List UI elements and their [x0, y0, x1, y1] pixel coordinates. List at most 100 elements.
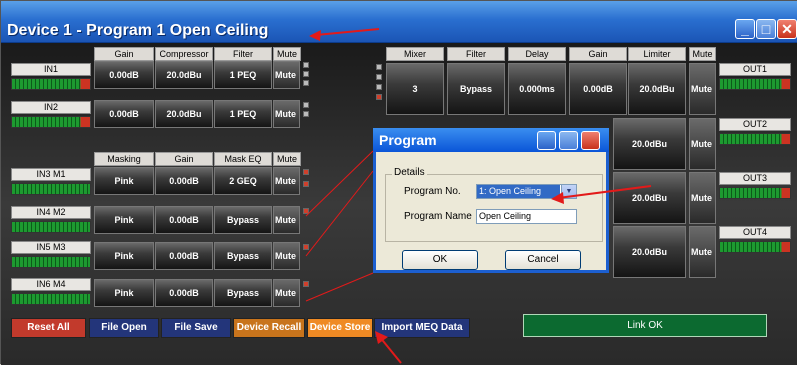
limiter-button[interactable]: 20.0dBu: [628, 63, 686, 115]
device-store-button[interactable]: Device Store: [307, 318, 373, 338]
mask-eq-button[interactable]: Bypass: [214, 242, 272, 270]
masking-button[interactable]: Pink: [94, 279, 154, 307]
header-delay: Delay: [508, 47, 566, 61]
gain-button[interactable]: 0.00dB: [155, 242, 213, 270]
chevron-down-icon[interactable]: ▼: [561, 185, 576, 198]
mute-button[interactable]: Mute: [273, 242, 300, 270]
header-mute: Mute: [689, 47, 716, 61]
device-recall-button[interactable]: Device Recall: [233, 318, 305, 338]
header-mask-eq: Mask EQ: [214, 152, 272, 166]
mute-button[interactable]: Mute: [689, 63, 716, 115]
mask-eq-button[interactable]: 2 GEQ: [214, 167, 272, 195]
gain-button[interactable]: 0.00dB: [94, 100, 154, 128]
route-led: [376, 64, 382, 70]
mute-button[interactable]: Mute: [689, 226, 716, 278]
link-status: Link OK: [523, 314, 767, 337]
program-dialog: Program Details Program No. 1: Open Ceil…: [373, 128, 609, 273]
mute-led: [303, 208, 309, 214]
mute-button[interactable]: Mute: [273, 167, 300, 195]
maximize-button[interactable]: □: [756, 19, 776, 39]
dialog-close-button[interactable]: [581, 131, 600, 150]
filter-button[interactable]: Bypass: [447, 63, 505, 115]
delay-button[interactable]: 0.000ms: [508, 63, 566, 115]
gain-button[interactable]: 0.00dB: [155, 279, 213, 307]
input-label: IN2: [11, 101, 91, 114]
mute-led: [303, 71, 309, 77]
mute-led: [303, 281, 309, 287]
level-meter: [719, 187, 791, 199]
reset-all-button[interactable]: Reset All: [11, 318, 86, 338]
program-name-input[interactable]: Open Ceiling: [476, 209, 577, 224]
mute-led: [303, 244, 309, 250]
filter-button[interactable]: 1 PEQ: [214, 100, 272, 128]
route-led: [376, 74, 382, 80]
input-label: IN6 M4: [11, 278, 91, 291]
header-mixer: Mixer: [386, 47, 444, 61]
input-label: IN1: [11, 63, 91, 76]
output-label: OUT4: [719, 226, 791, 239]
header-gain: Gain: [94, 47, 154, 61]
program-no-value: 1: Open Ceiling: [477, 185, 560, 198]
gain-button[interactable]: 0.00dB: [155, 167, 213, 195]
limiter-button[interactable]: 20.0dBu: [613, 118, 686, 170]
gain-button[interactable]: 0.00dB: [569, 63, 627, 115]
level-meter: [11, 183, 91, 195]
mute-led: [303, 102, 309, 108]
mute-led: [303, 80, 309, 86]
limiter-button[interactable]: 20.0dBu: [613, 172, 686, 224]
cancel-button[interactable]: Cancel: [505, 250, 581, 270]
output-label: OUT3: [719, 172, 791, 185]
compressor-button[interactable]: 20.0dBu: [155, 61, 213, 89]
minimize-icon: _: [741, 21, 749, 37]
mute-button[interactable]: Mute: [273, 100, 300, 128]
mute-led: [303, 111, 309, 117]
ok-button[interactable]: OK: [402, 250, 478, 270]
masking-button[interactable]: Pink: [94, 206, 154, 234]
masking-button[interactable]: Pink: [94, 167, 154, 195]
output-label: OUT2: [719, 118, 791, 131]
gain-button[interactable]: 0.00dB: [94, 61, 154, 89]
header-mute: Mute: [273, 47, 301, 61]
filter-button[interactable]: 1 PEQ: [214, 61, 272, 89]
header-gain: Gain: [155, 152, 213, 166]
limiter-button[interactable]: 20.0dBu: [613, 226, 686, 278]
minimize-button[interactable]: _: [735, 19, 755, 39]
program-no-label: Program No.: [404, 186, 461, 197]
mask-eq-button[interactable]: Bypass: [214, 206, 272, 234]
title-bar: Device 1 - Program 1 Open Ceiling _ □ ✕: [1, 1, 797, 43]
dialog-maximize-button[interactable]: [559, 131, 578, 150]
header-gain: Gain: [569, 47, 627, 61]
mute-led: [303, 169, 309, 175]
file-save-button[interactable]: File Save: [161, 318, 231, 338]
mute-button[interactable]: Mute: [273, 61, 300, 89]
header-limiter: Limiter: [628, 47, 686, 61]
mute-led: [303, 62, 309, 68]
mute-button[interactable]: Mute: [689, 172, 716, 224]
route-led: [376, 94, 382, 100]
dialog-minimize-button[interactable]: [537, 131, 556, 150]
input-label: IN5 M3: [11, 241, 91, 254]
mute-button[interactable]: Mute: [273, 206, 300, 234]
masking-button[interactable]: Pink: [94, 242, 154, 270]
close-button[interactable]: ✕: [777, 19, 797, 39]
header-compressor: Compressor: [155, 47, 213, 61]
level-meter: [719, 133, 791, 145]
app-window: Device 1 - Program 1 Open Ceiling _ □ ✕ …: [0, 0, 797, 365]
level-meter: [11, 78, 91, 90]
mute-led: [303, 181, 309, 187]
file-open-button[interactable]: File Open: [89, 318, 159, 338]
route-led: [376, 84, 382, 90]
import-meq-button[interactable]: Import MEQ Data: [374, 318, 470, 338]
mask-eq-button[interactable]: Bypass: [214, 279, 272, 307]
input-label: IN3 M1: [11, 168, 91, 181]
details-label: Details: [392, 167, 427, 178]
compressor-button[interactable]: 20.0dBu: [155, 100, 213, 128]
close-icon: ✕: [781, 21, 793, 37]
mixer-button[interactable]: 3: [386, 63, 444, 115]
mute-button[interactable]: Mute: [273, 279, 300, 307]
program-no-select[interactable]: 1: Open Ceiling ▼: [476, 184, 577, 199]
gain-button[interactable]: 0.00dB: [155, 206, 213, 234]
header-filter: Filter: [447, 47, 505, 61]
mute-button[interactable]: Mute: [689, 118, 716, 170]
window-title: Device 1 - Program 1 Open Ceiling: [7, 22, 269, 39]
